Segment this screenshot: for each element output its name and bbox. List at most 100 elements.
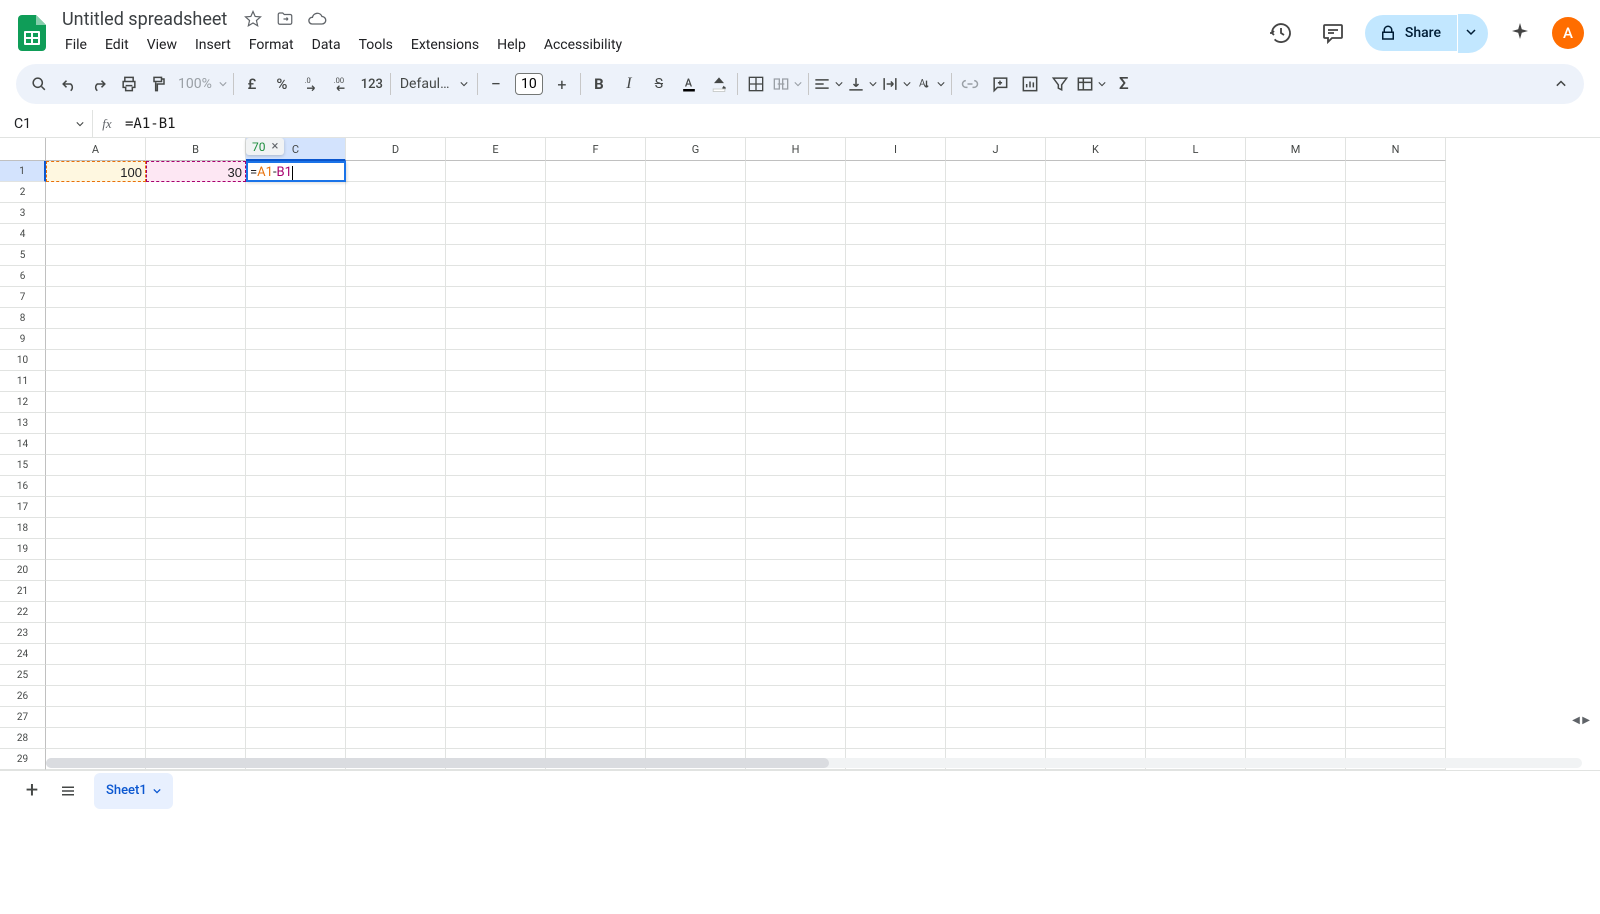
row-header-20[interactable]: 20	[0, 560, 46, 581]
cell-K3[interactable]	[1046, 203, 1146, 224]
cell-G19[interactable]	[646, 539, 746, 560]
cell-C9[interactable]	[246, 329, 346, 350]
col-header-F[interactable]: F	[546, 138, 646, 161]
cell-J16[interactable]	[946, 476, 1046, 497]
cell-D7[interactable]	[346, 287, 446, 308]
cell-K17[interactable]	[1046, 497, 1146, 518]
cell-F20[interactable]	[546, 560, 646, 581]
col-header-E[interactable]: E	[446, 138, 546, 161]
cell-J5[interactable]	[946, 245, 1046, 266]
cell-C10[interactable]	[246, 350, 346, 371]
cell-N7[interactable]	[1346, 287, 1446, 308]
cell-B2[interactable]	[146, 182, 246, 203]
cell-A24[interactable]	[46, 644, 146, 665]
row-header-27[interactable]: 27	[0, 707, 46, 728]
cell-J9[interactable]	[946, 329, 1046, 350]
cell-N19[interactable]	[1346, 539, 1446, 560]
cell-L24[interactable]	[1146, 644, 1246, 665]
cell-K25[interactable]	[1046, 665, 1146, 686]
cell-M24[interactable]	[1246, 644, 1346, 665]
cell-A23[interactable]	[46, 623, 146, 644]
document-title[interactable]: Untitled spreadsheet	[56, 7, 233, 32]
cell-F16[interactable]	[546, 476, 646, 497]
cell-F15[interactable]	[546, 455, 646, 476]
cell-H23[interactable]	[746, 623, 846, 644]
cell-H2[interactable]	[746, 182, 846, 203]
cell-N22[interactable]	[1346, 602, 1446, 623]
cell-F27[interactable]	[546, 707, 646, 728]
cell-M26[interactable]	[1246, 686, 1346, 707]
cell-K28[interactable]	[1046, 728, 1146, 749]
account-avatar[interactable]: A	[1552, 17, 1584, 49]
cell-I10[interactable]	[846, 350, 946, 371]
cell-N18[interactable]	[1346, 518, 1446, 539]
cell-N21[interactable]	[1346, 581, 1446, 602]
cell-E7[interactable]	[446, 287, 546, 308]
col-header-D[interactable]: D	[346, 138, 446, 161]
cell-C24[interactable]	[246, 644, 346, 665]
cell-I6[interactable]	[846, 266, 946, 287]
menu-data[interactable]: Data	[303, 31, 350, 59]
cell-L28[interactable]	[1146, 728, 1246, 749]
row-header-10[interactable]: 10	[0, 350, 46, 371]
collapse-toolbar-icon[interactable]	[1546, 69, 1576, 99]
row-header-1[interactable]: 1	[0, 161, 46, 182]
cell-L1[interactable]	[1146, 161, 1246, 182]
cell-K23[interactable]	[1046, 623, 1146, 644]
cell-L12[interactable]	[1146, 392, 1246, 413]
row-header-2[interactable]: 2	[0, 182, 46, 203]
add-sheet-icon[interactable]: +	[14, 773, 50, 809]
cell-L27[interactable]	[1146, 707, 1246, 728]
cell-H20[interactable]	[746, 560, 846, 581]
print-icon[interactable]	[114, 69, 144, 99]
cell-L19[interactable]	[1146, 539, 1246, 560]
gemini-icon[interactable]	[1500, 13, 1540, 53]
cell-E22[interactable]	[446, 602, 546, 623]
cell-D14[interactable]	[346, 434, 446, 455]
cell-E23[interactable]	[446, 623, 546, 644]
borders-icon[interactable]	[741, 69, 771, 99]
cell-N28[interactable]	[1346, 728, 1446, 749]
cell-N3[interactable]	[1346, 203, 1446, 224]
row-header-9[interactable]: 9	[0, 329, 46, 350]
row-header-22[interactable]: 22	[0, 602, 46, 623]
cell-L6[interactable]	[1146, 266, 1246, 287]
col-header-M[interactable]: M	[1246, 138, 1346, 161]
cell-A2[interactable]	[46, 182, 146, 203]
cell-F22[interactable]	[546, 602, 646, 623]
cell-J11[interactable]	[946, 371, 1046, 392]
cell-C25[interactable]	[246, 665, 346, 686]
cell-N13[interactable]	[1346, 413, 1446, 434]
cell-M22[interactable]	[1246, 602, 1346, 623]
col-header-K[interactable]: K	[1046, 138, 1146, 161]
sheet-tab[interactable]: Sheet1	[94, 773, 173, 809]
cell-A16[interactable]	[46, 476, 146, 497]
cell-F4[interactable]	[546, 224, 646, 245]
cell-N24[interactable]	[1346, 644, 1446, 665]
cell-L13[interactable]	[1146, 413, 1246, 434]
cell-G24[interactable]	[646, 644, 746, 665]
cell-J22[interactable]	[946, 602, 1046, 623]
col-header-B[interactable]: B	[146, 138, 246, 161]
cell-C14[interactable]	[246, 434, 346, 455]
col-header-I[interactable]: I	[846, 138, 946, 161]
cell-G25[interactable]	[646, 665, 746, 686]
cell-D19[interactable]	[346, 539, 446, 560]
cell-E16[interactable]	[446, 476, 546, 497]
wrap-button[interactable]	[880, 74, 914, 94]
name-box[interactable]: C1	[0, 110, 93, 137]
cell-N23[interactable]	[1346, 623, 1446, 644]
cell-A19[interactable]	[46, 539, 146, 560]
cell-I11[interactable]	[846, 371, 946, 392]
cell-D28[interactable]	[346, 728, 446, 749]
cell-F12[interactable]	[546, 392, 646, 413]
cell-B22[interactable]	[146, 602, 246, 623]
cell-H21[interactable]	[746, 581, 846, 602]
cell-A5[interactable]	[46, 245, 146, 266]
cell-K12[interactable]	[1046, 392, 1146, 413]
cell-K27[interactable]	[1046, 707, 1146, 728]
cell-A15[interactable]	[46, 455, 146, 476]
cell-J7[interactable]	[946, 287, 1046, 308]
cell-H9[interactable]	[746, 329, 846, 350]
cell-H4[interactable]	[746, 224, 846, 245]
